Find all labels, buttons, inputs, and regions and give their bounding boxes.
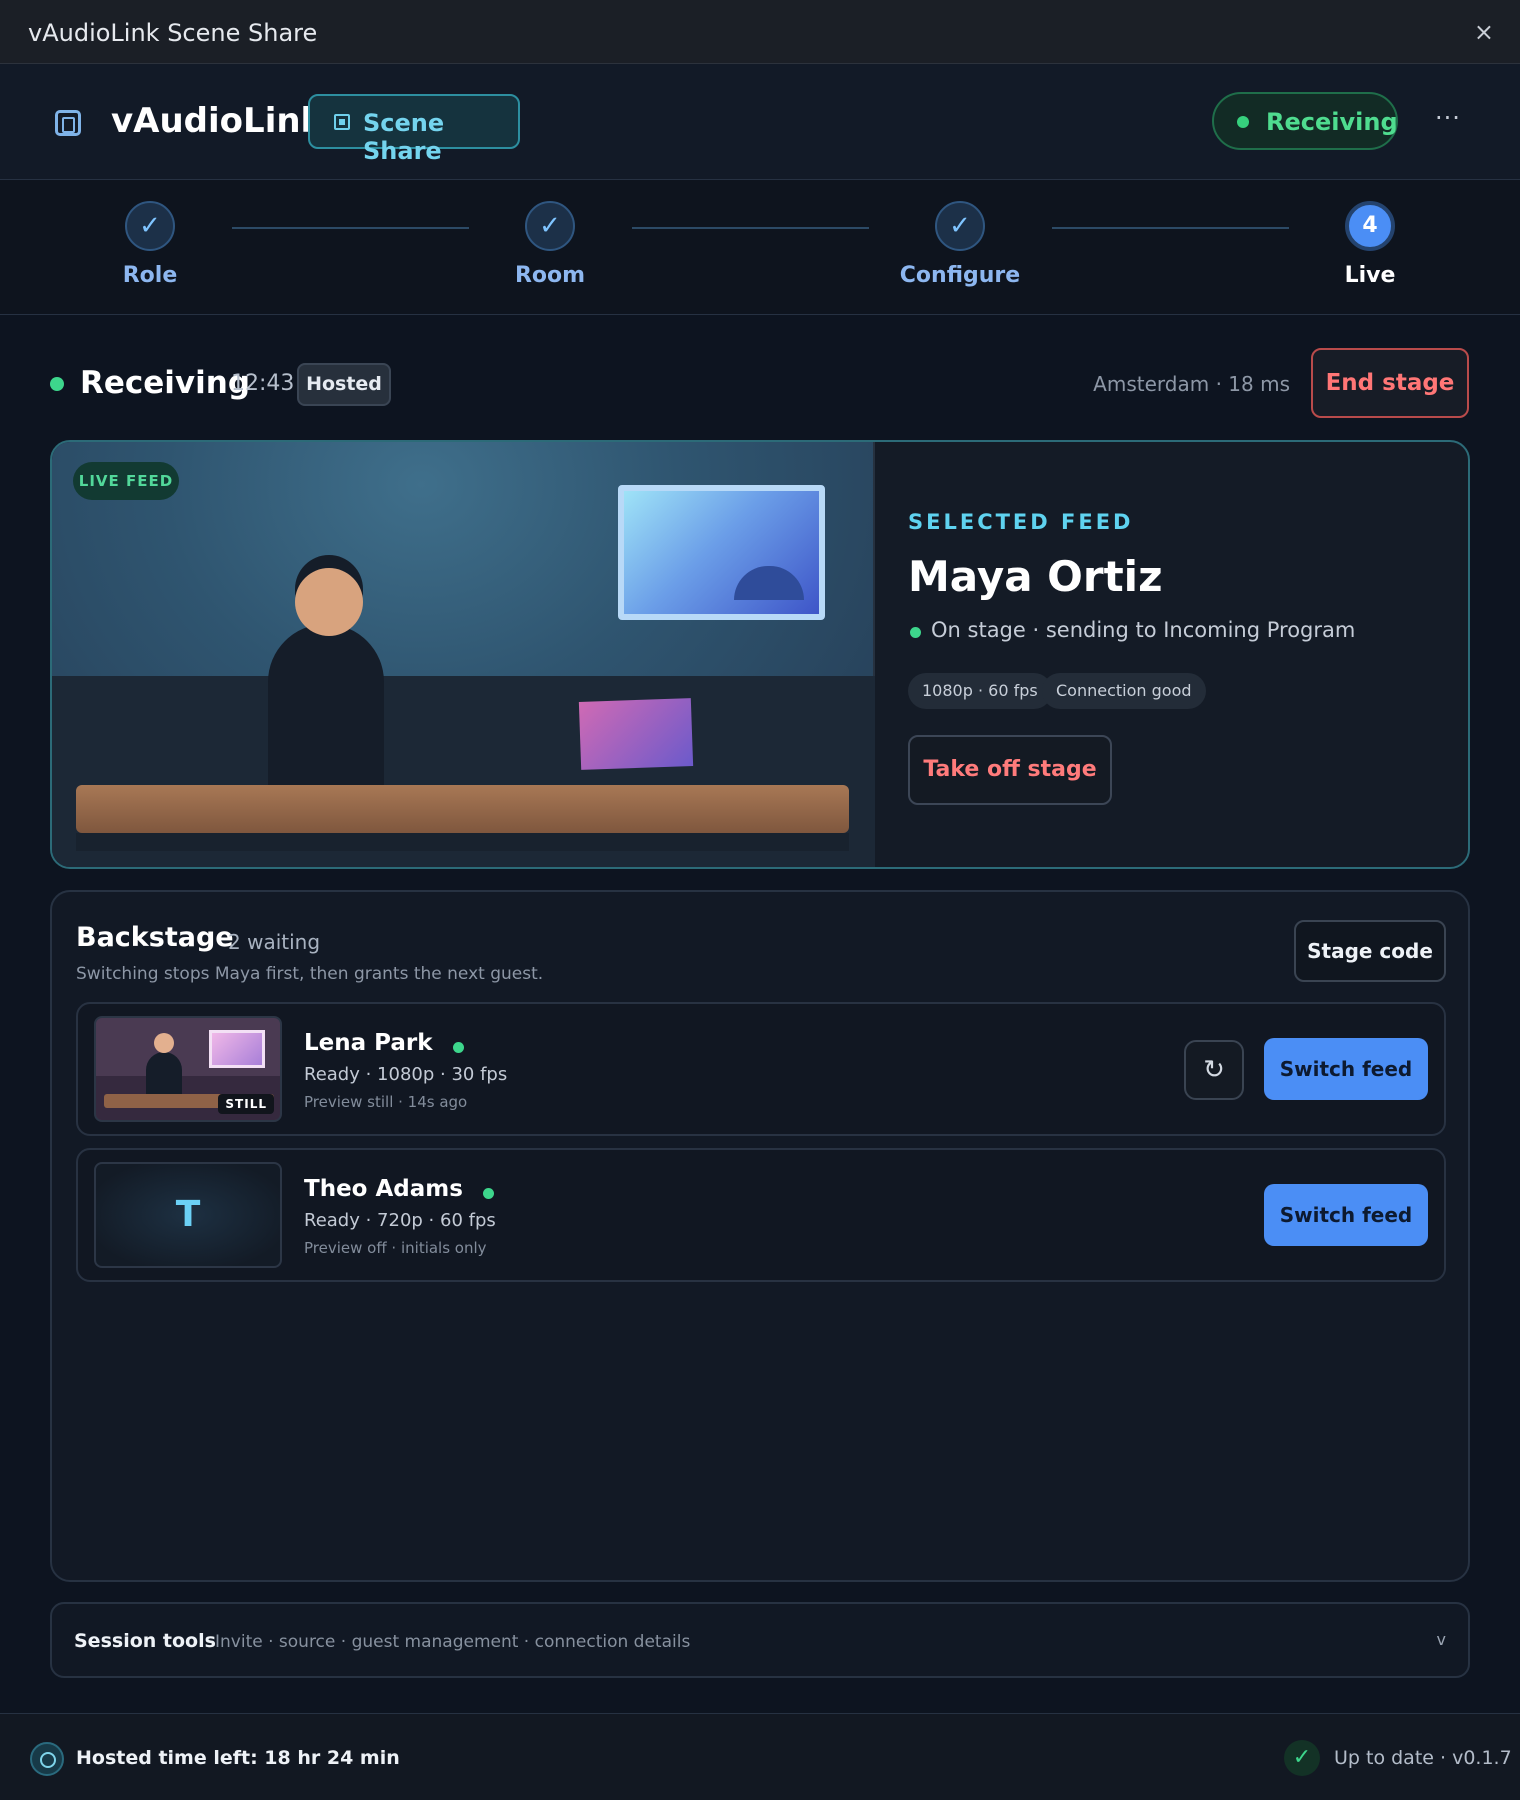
close-icon[interactable]: × — [1474, 20, 1494, 44]
desk-shadow — [76, 833, 849, 851]
step-room[interactable]: ✓ Room — [480, 201, 620, 288]
guest-preview-status: Preview off · initials only — [304, 1239, 487, 1257]
stage-elapsed-time: 12:43 — [231, 371, 295, 396]
end-stage-button[interactable]: End stage — [1311, 348, 1469, 418]
presenter-body — [268, 624, 384, 794]
selected-feed-kicker: SELECTED FEED — [908, 510, 1134, 534]
still-badge: STILL — [218, 1094, 274, 1114]
ready-dot-icon — [483, 1188, 494, 1199]
guest-name: Lena Park — [304, 1030, 433, 1056]
guest-row-theo-adams: T Theo Adams Ready · 720p · 60 fps Previ… — [76, 1148, 1446, 1282]
step-live[interactable]: 4 Live — [1300, 201, 1440, 288]
mode-pill-scene-share[interactable]: Scene Share — [308, 94, 520, 165]
selected-feed-name: Maya Ortiz — [908, 552, 1163, 601]
monitor-content — [734, 566, 804, 600]
stage-status-title: Receiving — [80, 365, 251, 401]
more-options-icon[interactable]: ··· — [1430, 104, 1466, 134]
guest-preview-thumbnail: STILL — [94, 1016, 282, 1122]
step-label: Configure — [899, 263, 1021, 288]
status-dot-icon — [1237, 116, 1249, 128]
scene-monitor — [618, 485, 825, 620]
stepper-connector — [232, 227, 469, 229]
step-check-icon: ✓ — [525, 201, 575, 251]
guest-row-lena-park: STILL Lena Park Ready · 1080p · 30 fps P… — [76, 1002, 1446, 1136]
stage-status-bar: Receiving 12:43 Hosted Amsterdam · 18 ms… — [0, 315, 1520, 435]
guest-meta: Ready · 1080p · 30 fps — [304, 1064, 508, 1085]
take-off-stage-button[interactable]: Take off stage — [908, 735, 1112, 805]
clock-icon — [30, 1742, 64, 1776]
resolution-chip: 1080p · 60 fps — [908, 673, 1052, 709]
live-feed-preview: LIVE FEED — [52, 442, 875, 867]
step-configure[interactable]: ✓ Configure — [890, 201, 1030, 288]
stepper-connector — [1052, 227, 1289, 229]
connection-status-pill: Receiving — [1212, 92, 1398, 150]
version-status: Up to date · v0.1.7 — [1334, 1747, 1512, 1769]
screen-share-icon — [334, 114, 350, 130]
guest-name: Theo Adams — [304, 1176, 463, 1202]
live-feed-badge: LIVE FEED — [73, 462, 179, 500]
selected-feed-status: On stage · sending to Incoming Program — [931, 618, 1356, 642]
live-dot-icon — [50, 377, 64, 391]
scene-card — [578, 698, 694, 770]
guest-preview-status: Preview still · 14s ago — [304, 1093, 468, 1111]
step-check-icon: ✓ — [125, 201, 175, 251]
scene-desk — [76, 785, 849, 833]
selected-feed-card: LIVE FEED SELECTED FEED Maya Ortiz On st… — [50, 440, 1470, 869]
status-label: Receiving — [1266, 108, 1398, 136]
switch-feed-button[interactable]: Switch feed — [1264, 1038, 1428, 1100]
step-role[interactable]: ✓ Role — [80, 201, 220, 288]
check-icon: ✓ — [1284, 1740, 1320, 1776]
step-label: Room — [514, 263, 586, 288]
on-stage-dot-icon — [910, 627, 921, 638]
region-latency: Amsterdam · 18 ms — [1093, 372, 1290, 396]
backstage-waiting-count: 2 waiting — [228, 930, 321, 954]
app-logo-icon — [55, 110, 81, 136]
status-footer: Hosted time left: 18 hr 24 min ✓ Up to d… — [0, 1713, 1520, 1800]
setup-stepper: ✓ Role ✓ Room ✓ Configure 4 Live — [0, 180, 1520, 315]
mode-label: Scene Share — [363, 109, 445, 165]
chevron-down-icon: v — [1436, 1630, 1446, 1649]
presenter-head — [295, 568, 363, 636]
stepper-connector — [632, 227, 869, 229]
step-check-icon: ✓ — [935, 201, 985, 251]
ready-dot-icon — [453, 1042, 464, 1053]
window-title: vAudioLink Scene Share — [28, 19, 318, 47]
guest-initials: T — [175, 1194, 201, 1235]
thumb-person-head — [154, 1033, 174, 1053]
backstage-subtitle: Switching stops Maya first, then grants … — [76, 964, 544, 984]
app-name: vAudioLink — [111, 101, 324, 141]
step-label: Live — [1344, 263, 1396, 288]
hosted-time-left: Hosted time left: 18 hr 24 min — [76, 1747, 400, 1769]
session-tools-expander[interactable]: Session tools Invite · source · guest ma… — [50, 1602, 1470, 1678]
thumb-monitor — [209, 1030, 265, 1068]
step-number-badge: 4 — [1345, 201, 1395, 251]
guest-meta: Ready · 720p · 60 fps — [304, 1210, 496, 1231]
window-titlebar: vAudioLink Scene Share × — [0, 0, 1520, 64]
selected-feed-info: SELECTED FEED Maya Ortiz On stage · send… — [875, 442, 1468, 867]
step-label: Role — [122, 263, 178, 288]
connection-chip: Connection good — [1042, 673, 1206, 709]
app-header: vAudioLink Scene Share Receiving ··· — [0, 64, 1520, 180]
hosted-badge: Hosted — [297, 363, 391, 406]
guest-initials-thumbnail: T — [94, 1162, 282, 1268]
refresh-preview-icon[interactable]: ↻ — [1184, 1040, 1244, 1100]
backstage-panel: Backstage 2 waiting Switching stops Maya… — [50, 890, 1470, 1582]
session-tools-description: Invite · source · guest management · con… — [215, 1632, 691, 1652]
session-tools-title: Session tools — [74, 1630, 216, 1652]
switch-feed-button[interactable]: Switch feed — [1264, 1184, 1428, 1246]
backstage-title: Backstage — [76, 922, 234, 953]
stage-code-button[interactable]: Stage code — [1294, 920, 1446, 982]
